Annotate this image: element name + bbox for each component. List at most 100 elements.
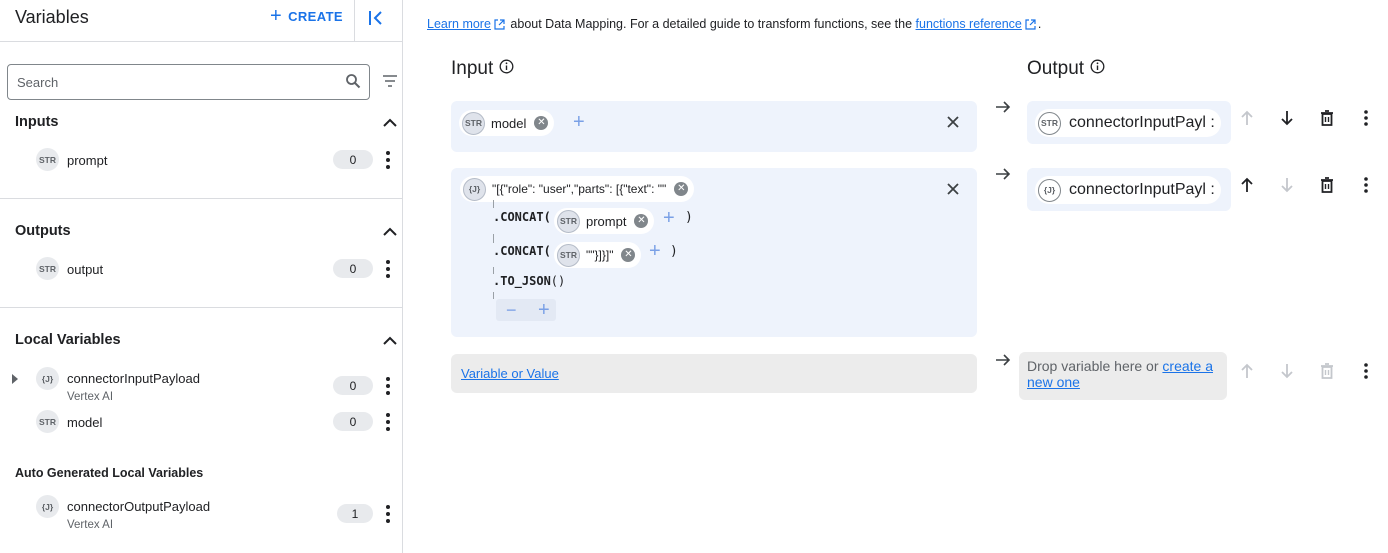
json-type-icon: {J} [36,495,59,518]
section-divider [0,307,402,308]
output-title-text: Output [1027,58,1085,79]
more-vert-icon[interactable] [381,150,395,170]
value-chip[interactable]: {J} "[{"role": "user","parts": [{"text":… [460,176,695,202]
connector-line [493,234,494,243]
output-variable-name: connectorInputPayl : [1069,181,1215,198]
function-controls: − + [496,299,556,321]
data-mapping-editor: Learn more about Data Mapping. For a det… [403,0,1388,553]
add-function-button[interactable]: + [538,299,550,322]
sort-icon[interactable] [382,74,398,93]
panel-title: Variables [15,7,89,27]
function-parens: () [550,274,566,288]
more-vert-icon[interactable] [381,412,395,432]
chevron-up-icon[interactable] [381,114,399,132]
delete-icon[interactable] [1319,362,1335,380]
info-text: about Data Mapping. For a detailed guide… [510,17,913,31]
variable-source: Vertex AI [67,391,114,403]
input-mapping-card[interactable]: {J} "[{"role": "user","parts": [{"text":… [451,168,977,337]
close-paren: ) [670,244,678,259]
output-drop-zone[interactable]: Drop variable here or create a new one [1019,352,1227,400]
more-vert-icon[interactable] [1361,109,1371,127]
more-vert-icon[interactable] [381,504,395,524]
function-name: .TO_JSON [493,274,551,288]
info-bar: Learn more about Data Mapping. For a det… [427,17,1041,33]
list-item[interactable]: STR model 0 [0,405,402,439]
arrow-down-icon[interactable] [1279,176,1295,194]
variable-chip[interactable]: STR prompt ✕ [554,208,655,234]
expand-arrow-icon[interactable] [10,372,20,384]
chip-label: model [491,115,527,131]
more-vert-icon[interactable] [381,376,395,396]
close-icon[interactable] [946,115,960,129]
string-type-icon: STR [557,209,580,233]
add-argument-button[interactable]: + [649,241,661,261]
learn-more-link[interactable]: Learn more [427,17,491,31]
more-vert-icon[interactable] [381,259,395,279]
variable-or-value-link[interactable]: Variable or Value [461,366,559,381]
variable-name: model [67,415,103,430]
list-item[interactable]: STR prompt 0 [0,143,402,177]
remove-chip-icon[interactable]: ✕ [634,214,649,228]
close-icon[interactable] [946,182,960,196]
input-column-title: Input [451,58,514,80]
search-field[interactable] [7,64,370,100]
variable-chip[interactable]: STR model ✕ [459,110,555,136]
collapse-panel-icon[interactable] [366,8,386,28]
chevron-up-icon[interactable] [381,223,399,241]
arrow-down-icon[interactable] [1279,109,1295,127]
output-variable-chip[interactable]: {J} connectorInputPayl : [1035,176,1221,204]
string-type-icon: STR [1038,111,1061,135]
create-button[interactable]: + CREATE [270,5,343,27]
concat-function[interactable]: .CONCAT( [493,244,551,258]
usage-count-badge: 0 [333,150,373,169]
concat-function[interactable]: .CONCAT( [493,210,551,224]
plus-icon: + [270,5,283,27]
info-icon[interactable] [1090,58,1105,80]
more-vert-icon[interactable] [1361,176,1371,194]
info-end: . [1037,17,1042,31]
list-item[interactable]: {J} connectorInputPayload Vertex AI 0 [0,364,402,406]
close-paren: ) [685,210,693,225]
delete-icon[interactable] [1319,109,1335,127]
chevron-up-icon[interactable] [381,332,399,350]
add-argument-button[interactable]: + [663,208,675,228]
variables-header: Variables + CREATE [0,0,402,42]
remove-chip-icon[interactable]: ✕ [621,248,636,262]
arrow-up-icon[interactable] [1239,176,1255,194]
search-icon[interactable] [345,73,361,94]
list-item[interactable]: {J} connectorOutputPayload Vertex AI 1 [0,492,402,534]
json-type-icon: {J} [463,177,486,201]
delete-icon[interactable] [1319,176,1335,194]
arrow-up-icon[interactable] [1239,109,1255,127]
new-mapping-input[interactable]: Variable or Value [451,354,977,393]
output-mapping-card[interactable]: {J} connectorInputPayl : [1027,168,1231,211]
string-type-icon: STR [557,243,580,267]
connector-line [493,267,494,274]
arrow-down-icon[interactable] [1279,362,1295,380]
json-type-icon: {J} [36,367,59,390]
output-mapping-card[interactable]: STR connectorInputPayl : [1027,101,1231,144]
output-variable-name: connectorInputPayl : [1069,114,1215,131]
info-icon[interactable] [499,58,514,80]
value-chip[interactable]: STR ""}]}]" ✕ [554,242,642,268]
section-divider [0,198,402,199]
chip-label: prompt [586,213,627,229]
to-json-function[interactable]: .TO_JSON() [493,274,565,288]
more-vert-icon[interactable] [1361,362,1371,380]
input-mapping-card[interactable]: STR model ✕ + [451,101,977,152]
remove-function-button[interactable]: − [506,300,517,321]
output-variable-chip[interactable]: STR connectorInputPayl : [1035,109,1221,137]
add-function-button[interactable]: + [573,112,585,132]
inputs-section-title: Inputs [15,114,59,130]
connector-line [493,292,494,299]
remove-chip-icon[interactable]: ✕ [674,182,689,196]
arrow-up-icon[interactable] [1239,362,1255,380]
variable-name: prompt [67,153,108,168]
search-input[interactable] [8,74,328,90]
list-item[interactable]: STR output 0 [0,252,402,286]
usage-count-badge: 0 [333,412,373,431]
header-divider [354,0,355,42]
functions-reference-link[interactable]: functions reference [916,17,1022,31]
remove-chip-icon[interactable]: ✕ [534,116,549,130]
variable-source: Vertex AI [67,519,114,531]
